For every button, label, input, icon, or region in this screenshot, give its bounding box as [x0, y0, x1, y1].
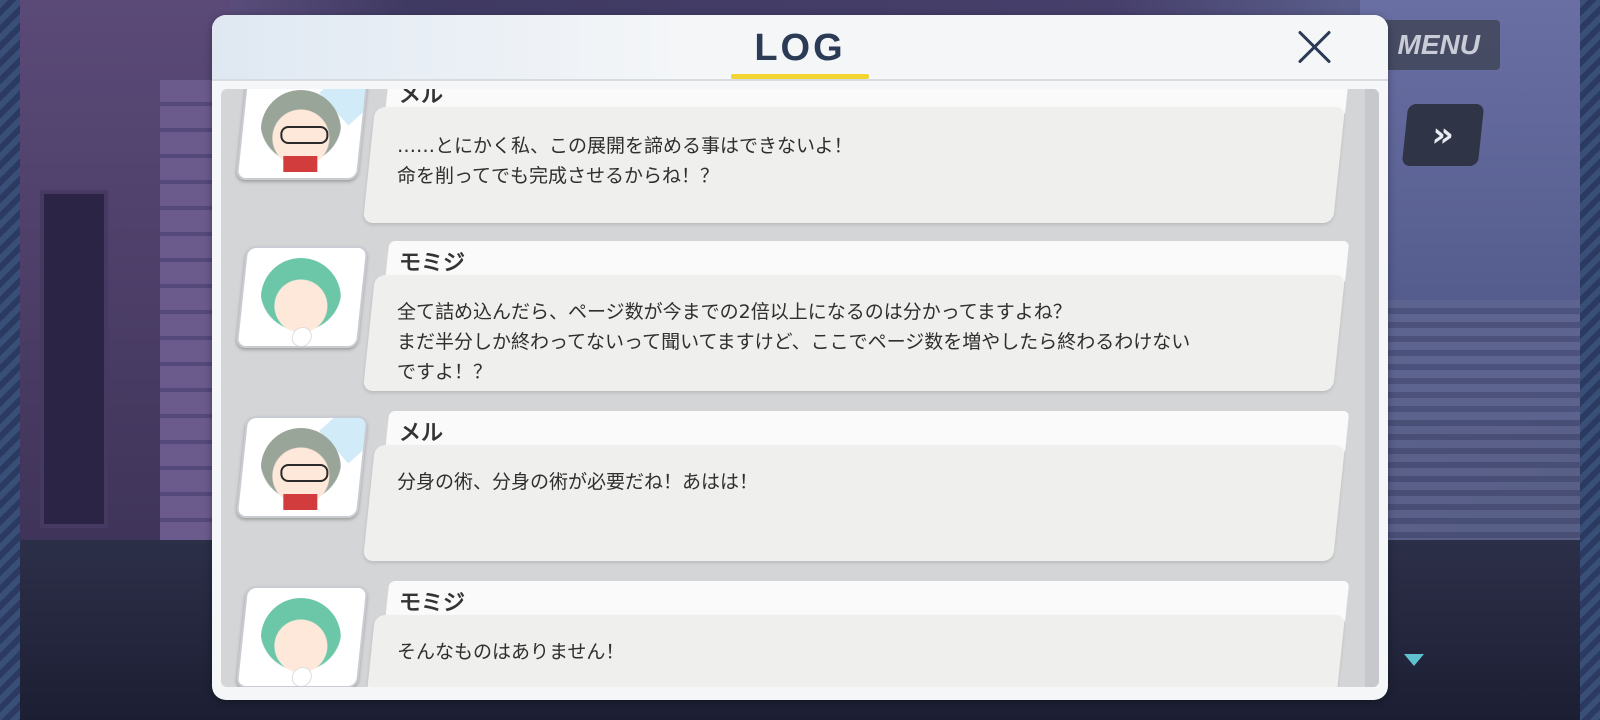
avatar-momiji — [235, 586, 369, 687]
scrollbar[interactable] — [1365, 89, 1379, 687]
speaker-name: メル — [399, 421, 444, 446]
avatar-mel — [235, 89, 369, 180]
frame-stripe-right — [1580, 0, 1600, 720]
log-title: LOG — [754, 27, 846, 69]
log-entry: メル ……とにかく私、この展開を諦める事はできないよ！ 命を削ってでも完成させる… — [221, 89, 1365, 243]
avatar-mel — [235, 416, 369, 518]
speaker-name: モミジ — [399, 251, 466, 276]
dialogue-line: 分身の術、分身の術が必要だね！あはは！ — [397, 471, 759, 493]
dialogue-box — [362, 445, 1346, 561]
fast-forward-icon: » — [1429, 115, 1457, 155]
log-list[interactable]: メル ……とにかく私、この展開を諦める事はできないよ！ 命を削ってでも完成させる… — [221, 89, 1379, 687]
background-stairs — [1380, 300, 1580, 560]
log-header: LOG — [212, 15, 1388, 79]
next-indicator-icon — [1404, 654, 1424, 666]
background-door — [40, 190, 108, 528]
avatar-momiji — [235, 246, 369, 348]
log-panel: LOG メル ……とにかく私、この展開を諦める事はできないよ！ 命を削ってでも完… — [212, 15, 1388, 700]
dialogue-line: ……とにかく私、この展開を諦める事はできないよ！ — [397, 135, 853, 157]
speaker-name: モミジ — [399, 591, 466, 616]
dialogue-line: 命を削ってでも完成させるからね！？ — [397, 165, 720, 187]
fast-forward-button[interactable]: » — [1401, 104, 1485, 166]
header-divider — [212, 79, 1388, 81]
background-building-left — [20, 0, 230, 560]
log-entry: モミジ そんなものはありません！ — [221, 581, 1365, 687]
menu-button-label: MENU — [1397, 29, 1480, 60]
frame-stripe-left — [0, 0, 20, 720]
dialogue-line: ですよ！？ — [397, 361, 493, 383]
dialogue-line: 全て詰め込んだら、ページ数が今までの2倍以上になるのは分かってますよね？ — [397, 301, 1072, 323]
close-icon[interactable] — [1294, 27, 1334, 67]
log-entry: モミジ 全て詰め込んだら、ページ数が今までの2倍以上になるのは分かってますよね？… — [221, 241, 1365, 411]
speaker-name: メル — [399, 89, 444, 108]
log-entry: メル 分身の術、分身の術が必要だね！あはは！ — [221, 411, 1365, 581]
dialogue-line: そんなものはありません！ — [397, 641, 625, 663]
dialogue-line: まだ半分しか終わってないって聞いてますけど、ここでページ数を増やしたら終わるわけ… — [397, 331, 1191, 353]
